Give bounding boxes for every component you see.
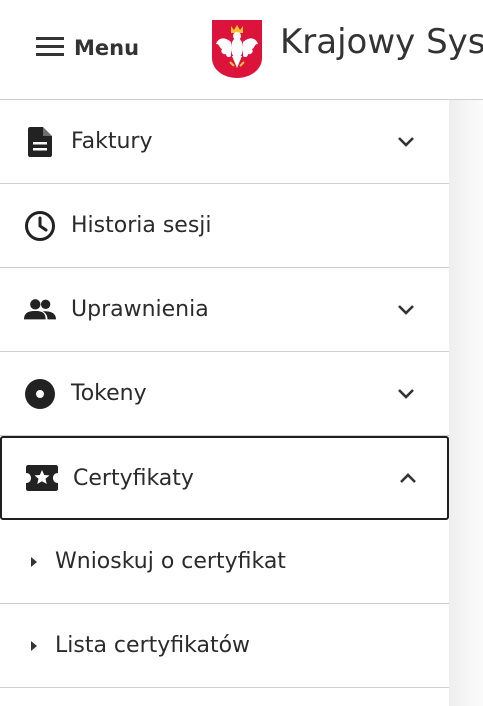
menu-label: Menu xyxy=(74,36,140,60)
submenu-item-label: Wnioskuj o certyfikat xyxy=(55,549,286,574)
sidebar-item-label: Certyfikaty xyxy=(73,465,194,491)
polish-emblem-logo[interactable] xyxy=(210,18,264,80)
sidebar-item-label: Uprawnienia xyxy=(71,297,209,322)
chevron-up-icon[interactable] xyxy=(396,466,420,490)
submenu-item-lista-certyfikatow[interactable]: Lista certyfikatów xyxy=(0,604,449,688)
hamburger-icon xyxy=(36,36,64,61)
top-header: Menu Krajowy Sys xyxy=(0,0,483,100)
sidebar-item-label: Faktury xyxy=(71,129,153,154)
disc-icon xyxy=(24,378,56,410)
submenu-item-wnioskuj-o-certyfikat[interactable]: Wnioskuj o certyfikat xyxy=(0,520,449,604)
sidebar-item-certyfikaty[interactable]: Certyfikaty xyxy=(0,436,449,520)
sidebar-item-label: Tokeny xyxy=(71,381,147,406)
submenu-item-label: Lista certyfikatów xyxy=(55,633,251,658)
caret-right-icon xyxy=(30,640,40,652)
chevron-down-icon[interactable] xyxy=(394,130,418,154)
clock-icon xyxy=(24,210,56,242)
sidebar-item-tokeny[interactable]: Tokeny xyxy=(0,352,449,436)
chevron-down-icon[interactable] xyxy=(394,298,418,322)
sidebar-item-faktury[interactable]: Faktury xyxy=(0,100,449,184)
app-title: Krajowy Sys xyxy=(280,22,483,62)
menu-button[interactable]: Menu xyxy=(36,30,139,66)
sidebar-item-uprawnienia[interactable]: Uprawnienia xyxy=(0,268,449,352)
sidebar-nav: Faktury Historia sesji Uprawnienia Token… xyxy=(0,100,449,706)
star-ticket-icon xyxy=(26,462,58,494)
caret-right-icon xyxy=(30,556,40,568)
chevron-down-icon[interactable] xyxy=(394,382,418,406)
people-icon xyxy=(24,294,56,326)
content-area-shadow xyxy=(449,100,483,706)
sidebar-item-label: Historia sesji xyxy=(71,213,212,238)
sidebar-item-historia-sesji[interactable]: Historia sesji xyxy=(0,184,449,268)
document-icon xyxy=(24,126,56,158)
